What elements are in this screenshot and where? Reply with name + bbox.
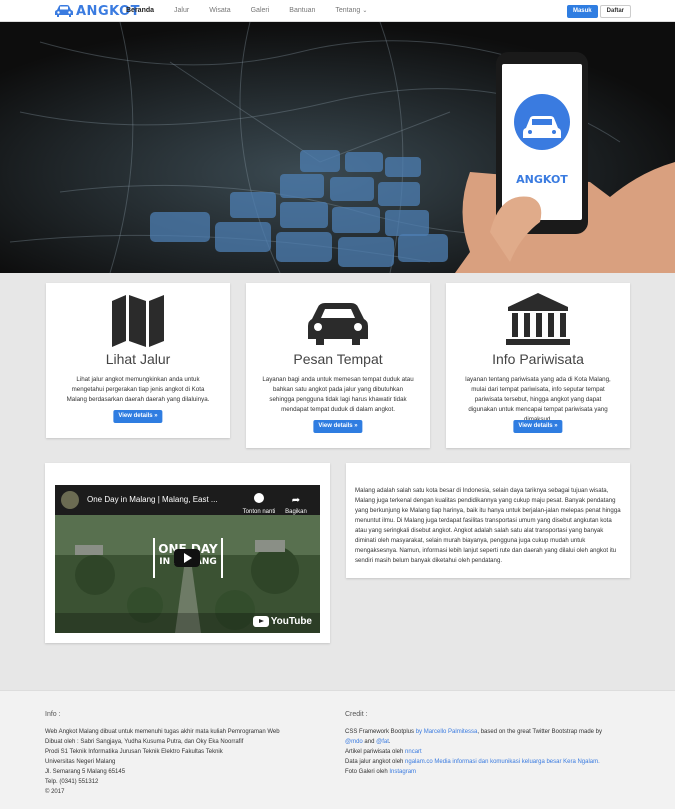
login-button[interactable]: Masuk bbox=[566, 5, 598, 18]
watch-later-control[interactable]: Tonton nanti bbox=[233, 490, 285, 515]
footer-info-line: © 2017 bbox=[45, 789, 65, 795]
watch-later-label: Tonton nanti bbox=[242, 509, 276, 515]
credit-line-1: CSS Framework Bootplus by Marcello Palmi… bbox=[345, 727, 635, 737]
footer-info-line: Jl. Semarang 5 Malang 65145 bbox=[45, 769, 126, 775]
clock-icon bbox=[254, 493, 264, 503]
about-panel: Malang adalah salah satu kota besar di I… bbox=[346, 463, 630, 578]
youtube-icon bbox=[252, 616, 269, 627]
footer-info-line: Web Angkot Malang dibuat untuk memenuhi … bbox=[45, 729, 280, 735]
map-icon bbox=[46, 293, 230, 347]
bootplus-author-link[interactable]: by Marcello Palmitessa bbox=[416, 729, 478, 735]
footer-credit: CSS Framework Bootplus by Marcello Palmi… bbox=[345, 727, 635, 777]
navbar: ANGKOT Beranda Jalur Wisata Galeri Bantu… bbox=[0, 0, 675, 22]
credit-text: Data jalur angkot oleh bbox=[345, 759, 406, 765]
credit-line-5: Foto Galeri oleh Instagram bbox=[345, 767, 635, 777]
nav-bantuan[interactable]: Bantuan bbox=[289, 0, 315, 22]
view-details-button[interactable]: View details » bbox=[113, 410, 163, 423]
nav-beranda[interactable]: Beranda bbox=[126, 0, 154, 22]
feature-text: Layanan bagi anda untuk memesan tempat d… bbox=[262, 376, 414, 413]
footer-info-title: Info : bbox=[45, 711, 61, 718]
nav-wisata[interactable]: Wisata bbox=[209, 0, 230, 22]
nncart-link[interactable]: nncart bbox=[405, 749, 422, 755]
youtube-wordmark: YouTube bbox=[270, 616, 312, 627]
nav-jalur[interactable]: Jalur bbox=[174, 0, 189, 22]
credit-line-2: @mdo and @fat. bbox=[345, 737, 635, 747]
about-text: Malang adalah salah satu kota besar di I… bbox=[355, 487, 621, 564]
footer: Info : Web Angkot Malang dibuat untuk me… bbox=[0, 690, 675, 809]
car-icon bbox=[246, 293, 430, 347]
bank-icon bbox=[446, 293, 630, 347]
play-button[interactable] bbox=[174, 549, 200, 567]
credit-text: and bbox=[362, 739, 377, 745]
youtube-embed[interactable]: One Day in Malang | Malang, East ... Ton… bbox=[55, 485, 320, 633]
feature-card-jalur: Lihat Jalur Lihat jalur angkot memungkin… bbox=[46, 283, 230, 438]
hero-banner: ANGKOT bbox=[0, 22, 675, 273]
share-control[interactable]: ➦ Bagikan bbox=[281, 490, 311, 516]
feature-card-pariwisata: Info Pariwisata layanan tentang pariwisa… bbox=[446, 283, 630, 448]
nav-tentang-label: Tentang bbox=[335, 7, 361, 14]
video-title[interactable]: One Day in Malang | Malang, East ... bbox=[87, 495, 218, 504]
credit-line-3: Artikel pariwisata oleh nncart bbox=[345, 747, 635, 757]
footer-info: Web Angkot Malang dibuat untuk memenuhi … bbox=[45, 727, 325, 797]
credit-text: Artikel pariwisata oleh bbox=[345, 749, 406, 755]
auth-buttons: Masuk Daftar bbox=[566, 5, 631, 18]
hero-image bbox=[0, 22, 675, 273]
credit-text: . bbox=[388, 739, 391, 745]
video-panel: One Day in Malang | Malang, East ... Ton… bbox=[45, 463, 330, 643]
instagram-link[interactable]: Instagram bbox=[389, 769, 416, 775]
register-button[interactable]: Daftar bbox=[599, 5, 631, 18]
feature-title: Pesan Tempat bbox=[293, 351, 383, 367]
car-logo-icon bbox=[55, 5, 73, 17]
footer-info-line: Universitas Negeri Malang bbox=[45, 759, 116, 765]
credit-text: Foto Galeri oleh bbox=[345, 769, 390, 775]
youtube-logo[interactable]: YouTube bbox=[252, 616, 312, 627]
feature-title: Lihat Jalur bbox=[105, 351, 171, 367]
fat-link[interactable]: @fat bbox=[376, 739, 389, 745]
footer-credit-title: Credit : bbox=[345, 711, 368, 718]
credit-text: CSS Framework Bootplus bbox=[345, 729, 416, 735]
play-icon bbox=[184, 553, 192, 563]
credit-text: , based on the great Twitter Bootstrap m… bbox=[477, 729, 603, 735]
channel-avatar[interactable] bbox=[61, 491, 79, 509]
phone-brand: ANGKOT bbox=[516, 173, 568, 186]
nav-tentang[interactable]: Tentang ⌄ bbox=[335, 0, 367, 22]
footer-info-line: Dibuat oleh : Sabri Sangjaya, Yudha Kusu… bbox=[45, 739, 244, 745]
feature-text: layanan tentang pariwisata yang ada di K… bbox=[465, 376, 611, 423]
main-nav: Beranda Jalur Wisata Galeri Bantuan Tent… bbox=[126, 0, 387, 22]
credit-line-4: Data jalur angkot oleh ngalam.co Media i… bbox=[345, 757, 635, 767]
view-details-button[interactable]: View details » bbox=[313, 420, 363, 433]
feature-title: Info Pariwisata bbox=[492, 351, 584, 367]
nav-galeri[interactable]: Galeri bbox=[251, 0, 270, 22]
feature-text: Lihat jalur angkot memungkinkan anda unt… bbox=[66, 376, 210, 403]
mdo-link[interactable]: @mdo bbox=[345, 739, 363, 745]
chevron-down-icon: ⌄ bbox=[362, 8, 368, 14]
feature-card-pesan: Pesan Tempat Layanan bagi anda untuk mem… bbox=[246, 283, 430, 448]
footer-info-line: Telp. (0341) 551312 bbox=[45, 779, 99, 785]
view-details-button[interactable]: View details » bbox=[513, 420, 563, 433]
footer-info-line: Prodi S1 Teknik Informatika Jurusan Tekn… bbox=[45, 749, 223, 755]
ngalam-link[interactable]: ngalam.co Media informasi dan komunikasi… bbox=[405, 759, 600, 765]
share-label: Bagikan bbox=[285, 509, 307, 515]
share-icon: ➦ bbox=[291, 495, 301, 506]
